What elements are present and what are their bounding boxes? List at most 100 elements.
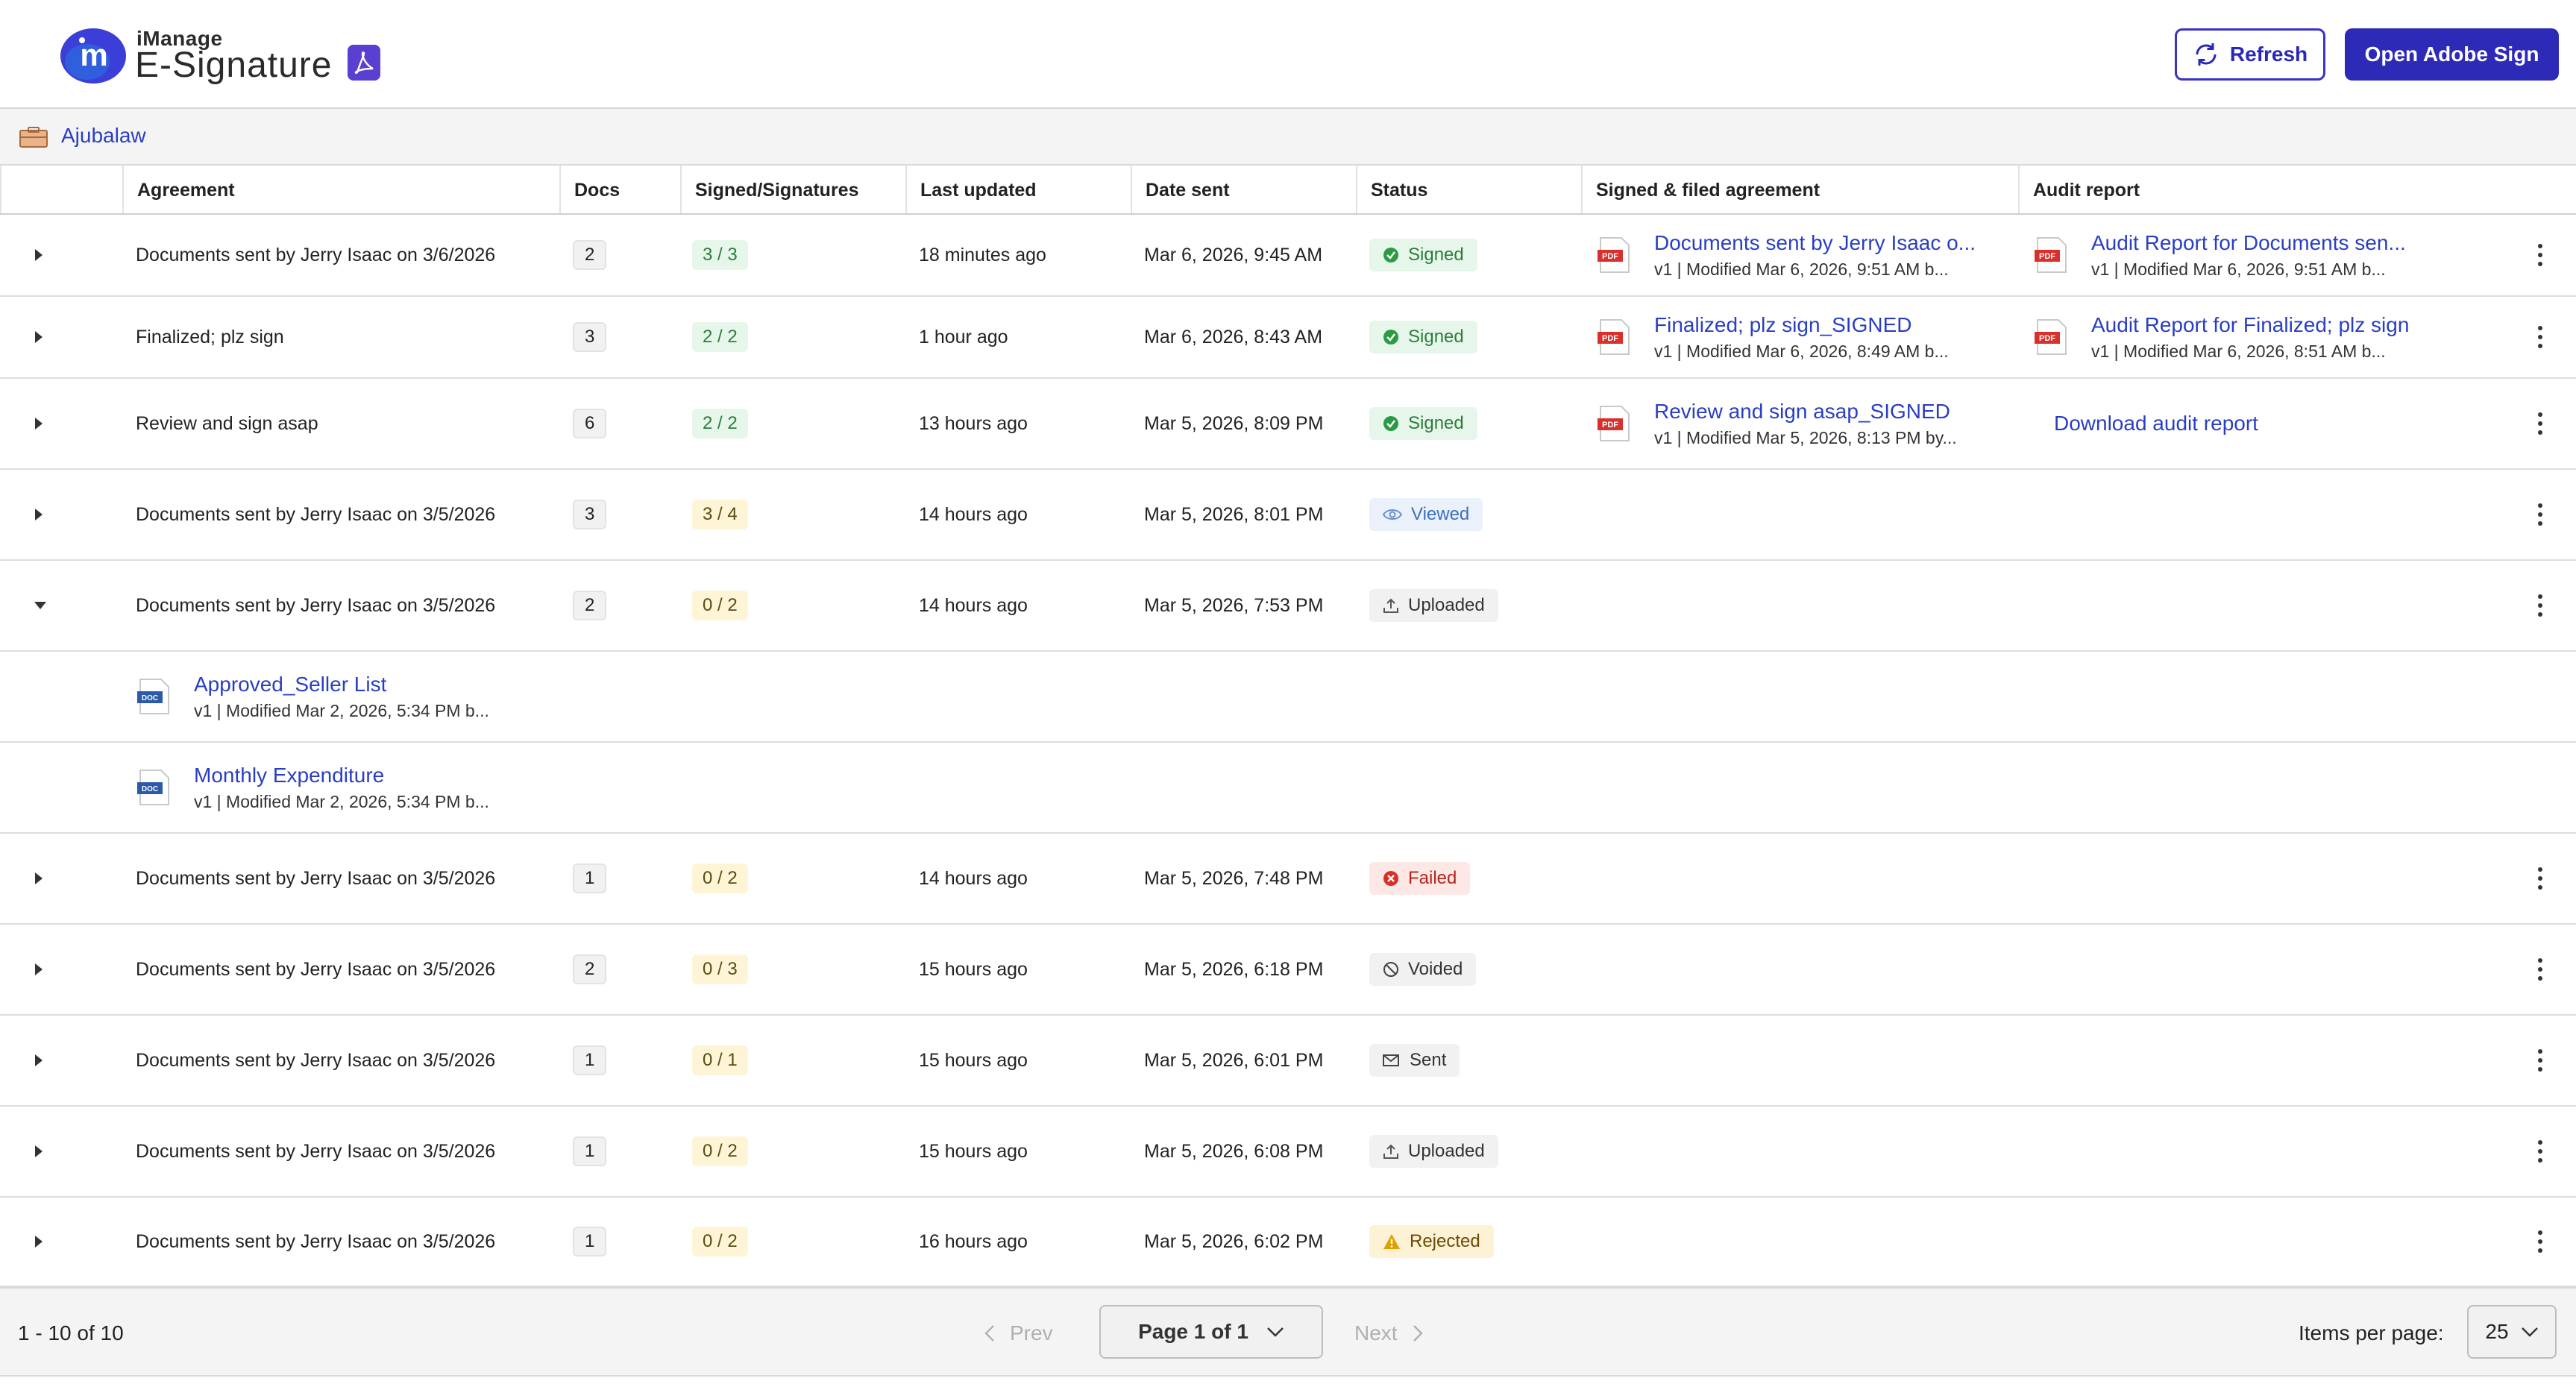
agreement-name: Documents sent by Jerry Isaac on 3/5/202… bbox=[136, 503, 496, 525]
prev-label: Prev bbox=[1010, 1321, 1053, 1344]
status-label: Failed bbox=[1408, 868, 1457, 888]
pdf-file-icon: PDF bbox=[1598, 237, 1630, 273]
column-header-status[interactable]: Status bbox=[1356, 166, 1581, 213]
table-row[interactable]: Finalized; plz sign 3 2 / 2 1 hour ago M… bbox=[0, 297, 2576, 379]
column-header-signed-filed-agreement[interactable]: Signed & filed agreement bbox=[1581, 166, 2018, 213]
table-row[interactable]: Review and sign asap 6 2 / 2 13 hours ag… bbox=[0, 379, 2576, 470]
signed-count-badge: 0 / 1 bbox=[692, 1045, 748, 1075]
column-header-expand bbox=[0, 166, 122, 213]
prev-page-button[interactable]: Prev bbox=[984, 1321, 1053, 1345]
items-per-page-label: Items per page: bbox=[2299, 1321, 2444, 1344]
signed-count-badge: 0 / 2 bbox=[692, 1136, 748, 1166]
table-row[interactable]: Documents sent by Jerry Isaac on 3/5/202… bbox=[0, 470, 2576, 561]
pagination-range: 1 - 10 of 10 bbox=[18, 1321, 124, 1344]
row-actions-kebab-icon[interactable] bbox=[2536, 1230, 2545, 1253]
caret-right-icon[interactable] bbox=[33, 1053, 45, 1068]
last-updated: 13 hours ago bbox=[919, 412, 1028, 434]
document-link[interactable]: Monthly Expenditure bbox=[194, 764, 489, 787]
row-actions-kebab-icon[interactable] bbox=[2536, 326, 2545, 348]
last-updated: 15 hours ago bbox=[919, 1140, 1028, 1162]
refresh-label: Refresh bbox=[2229, 43, 2308, 66]
row-actions-kebab-icon[interactable] bbox=[2536, 1140, 2545, 1163]
caret-right-icon[interactable] bbox=[33, 871, 45, 886]
document-subrow[interactable]: DOC Monthly Expenditure v1 | Modified Ma… bbox=[0, 743, 2576, 834]
document-link[interactable]: Approved_Seller List bbox=[194, 673, 489, 696]
warning-triangle-icon bbox=[1383, 1234, 1400, 1249]
date-sent: Mar 5, 2026, 6:02 PM bbox=[1144, 1230, 1324, 1252]
upload-icon bbox=[1383, 1144, 1398, 1159]
status-label: Signed bbox=[1408, 327, 1464, 347]
table-row[interactable]: Documents sent by Jerry Isaac on 3/5/202… bbox=[0, 1016, 2576, 1107]
status-label: Signed bbox=[1408, 245, 1464, 265]
document-subrow[interactable]: DOC Approved_Seller List v1 | Modified M… bbox=[0, 652, 2576, 743]
column-header-docs[interactable]: Docs bbox=[559, 166, 680, 213]
table-row[interactable]: Documents sent by Jerry Isaac on 3/6/202… bbox=[0, 215, 2576, 297]
docs-count-badge: 6 bbox=[573, 409, 607, 438]
row-actions-kebab-icon[interactable] bbox=[2536, 1049, 2545, 1072]
row-actions-kebab-icon[interactable] bbox=[2536, 867, 2545, 890]
last-updated: 16 hours ago bbox=[919, 1230, 1028, 1252]
column-header-last-updated[interactable]: Last updated bbox=[905, 166, 1131, 213]
svg-text:PDF: PDF bbox=[2039, 334, 2055, 343]
refresh-button[interactable]: Refresh bbox=[2175, 28, 2325, 81]
doc-file-icon: DOC bbox=[137, 770, 169, 805]
next-page-button[interactable]: Next bbox=[1354, 1321, 1423, 1345]
date-sent: Mar 5, 2026, 8:09 PM bbox=[1144, 412, 1324, 434]
audit-report-link[interactable]: Audit Report for Finalized; plz sign bbox=[2091, 313, 2409, 337]
caret-right-icon[interactable] bbox=[33, 507, 45, 522]
caret-right-icon[interactable] bbox=[33, 962, 45, 977]
status-badge: Voided bbox=[1369, 953, 1477, 986]
row-actions-kebab-icon[interactable] bbox=[2536, 244, 2545, 266]
chevron-right-icon bbox=[1413, 1325, 1423, 1342]
table-row[interactable]: Documents sent by Jerry Isaac on 3/5/202… bbox=[0, 834, 2576, 925]
briefcase-icon bbox=[19, 127, 48, 148]
status-badge: Failed bbox=[1369, 862, 1471, 895]
signed-count-badge: 2 / 2 bbox=[692, 322, 748, 352]
next-label: Next bbox=[1354, 1321, 1398, 1344]
row-actions-kebab-icon[interactable] bbox=[2536, 412, 2545, 435]
status-label: Uploaded bbox=[1408, 595, 1485, 615]
check-circle-icon bbox=[1383, 416, 1398, 431]
check-circle-icon bbox=[1383, 248, 1398, 262]
caret-right-icon[interactable] bbox=[33, 416, 45, 431]
items-per-page-select[interactable]: 25 bbox=[2467, 1305, 2557, 1359]
column-header-audit-report[interactable]: Audit report bbox=[2018, 166, 2576, 213]
row-actions-kebab-icon[interactable] bbox=[2536, 503, 2545, 526]
svg-text:PDF: PDF bbox=[1602, 421, 1618, 430]
caret-right-icon[interactable] bbox=[33, 1234, 45, 1249]
agreement-name: Finalized; plz sign bbox=[136, 326, 284, 347]
signed-agreement-link[interactable]: Documents sent by Jerry Isaac o... bbox=[1654, 231, 1976, 255]
status-badge: Viewed bbox=[1369, 498, 1483, 531]
last-updated: 18 minutes ago bbox=[919, 244, 1046, 265]
signed-agreement-link[interactable]: Review and sign asap_SIGNED bbox=[1654, 400, 1957, 424]
status-badge: Signed bbox=[1369, 407, 1477, 440]
caret-right-icon[interactable] bbox=[33, 1144, 45, 1159]
audit-report-link[interactable]: Audit Report for Documents sen... bbox=[2091, 231, 2406, 255]
table-row[interactable]: Documents sent by Jerry Isaac on 3/5/202… bbox=[0, 1198, 2576, 1287]
table-row[interactable]: Documents sent by Jerry Isaac on 3/5/202… bbox=[0, 561, 2576, 652]
date-sent: Mar 5, 2026, 7:48 PM bbox=[1144, 867, 1324, 889]
table-row[interactable]: Documents sent by Jerry Isaac on 3/5/202… bbox=[0, 925, 2576, 1016]
page-select[interactable]: Page 1 of 1 bbox=[1099, 1305, 1323, 1359]
pdf-file-icon: PDF bbox=[2035, 319, 2067, 355]
pdf-file-icon: PDF bbox=[2035, 237, 2067, 273]
signed-agreement-meta: v1 | Modified Mar 5, 2026, 8:13 PM by... bbox=[1654, 427, 1957, 447]
svg-text:DOC: DOC bbox=[142, 785, 158, 793]
signed-agreement-link[interactable]: Finalized; plz sign_SIGNED bbox=[1654, 313, 1949, 337]
pagination-footer: 1 - 10 of 10 Prev Page 1 of 1 Next Items… bbox=[0, 1287, 2576, 1377]
row-actions-kebab-icon[interactable] bbox=[2536, 958, 2545, 981]
column-header-signed-signatures[interactable]: Signed/Signatures bbox=[680, 166, 905, 213]
pdf-file-icon: PDF bbox=[1598, 406, 1630, 441]
row-actions-kebab-icon[interactable] bbox=[2536, 594, 2545, 617]
caret-right-icon[interactable] bbox=[33, 330, 45, 345]
caret-down-icon[interactable] bbox=[33, 600, 48, 611]
table-row[interactable]: Documents sent by Jerry Isaac on 3/5/202… bbox=[0, 1107, 2576, 1198]
column-header-agreement[interactable]: Agreement bbox=[122, 166, 559, 213]
status-label: Uploaded bbox=[1408, 1141, 1485, 1161]
download-audit-report-link[interactable]: Download audit report bbox=[2054, 412, 2258, 435]
signed-count-badge: 0 / 3 bbox=[692, 954, 748, 984]
column-header-date-sent[interactable]: Date sent bbox=[1131, 166, 1356, 213]
open-adobe-sign-button[interactable]: Open Adobe Sign bbox=[2345, 28, 2559, 81]
caret-right-icon[interactable] bbox=[33, 248, 45, 262]
breadcrumb-workspace-link[interactable]: Ajubalaw bbox=[61, 124, 146, 148]
